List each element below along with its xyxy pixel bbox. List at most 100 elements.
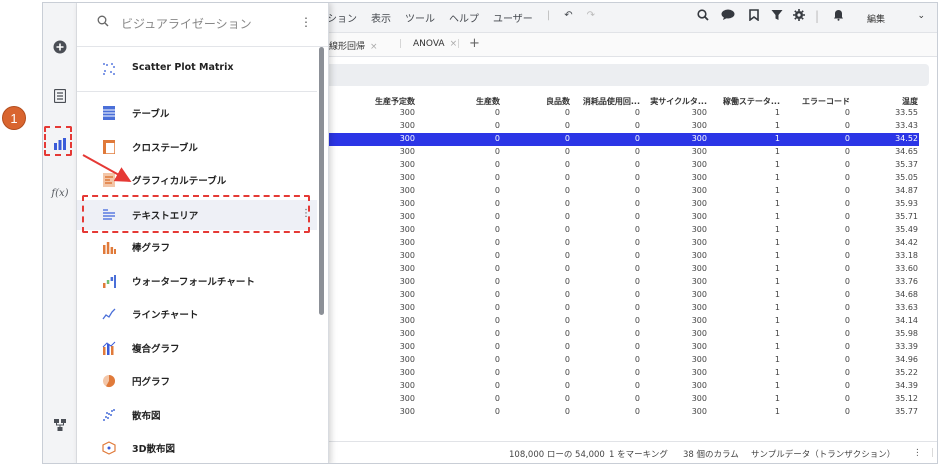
table-cell: 0 xyxy=(494,212,500,221)
menu-item-view[interactable]: 表示 xyxy=(371,10,391,25)
column-header[interactable]: 消耗品使用回... xyxy=(583,96,640,107)
table-row[interactable]: 300 0 0 0 300 1 0 35.49 xyxy=(313,224,919,237)
table-row[interactable]: 300 0 0 0 300 1 0 33.55 xyxy=(313,107,919,120)
settings-icon[interactable] xyxy=(793,9,805,24)
notification-icon[interactable] xyxy=(833,9,844,24)
menu-item-tools[interactable]: ツール xyxy=(405,10,435,25)
comment-icon[interactable] xyxy=(721,9,735,24)
close-icon[interactable]: × xyxy=(370,42,378,52)
mode-select-value: 編集 xyxy=(867,15,886,25)
data-source[interactable]: サンプルデータ（トランザクション） xyxy=(751,448,895,460)
visualization-item-table[interactable]: テーブル xyxy=(77,98,317,128)
table-cell: 300 xyxy=(399,212,415,221)
column-header[interactable]: 生産予定数 xyxy=(375,96,415,107)
visualization-item-scatter-3d[interactable]: 3D散布図 xyxy=(77,433,317,463)
tab-linear-regression[interactable]: 線形回帰 × xyxy=(329,39,378,52)
tab-anova[interactable]: ANOVA × xyxy=(413,39,457,49)
table-row[interactable]: 300 0 0 0 300 1 0 35.98 xyxy=(313,328,919,341)
menu-item-collaboration[interactable]: ション xyxy=(327,10,357,25)
table-row[interactable]: 300 0 0 0 300 1 0 34.52 xyxy=(313,133,919,146)
table-row[interactable]: 300 0 0 0 300 1 0 33.63 xyxy=(313,302,919,315)
menu-divider: | xyxy=(546,10,551,21)
menu-item-help[interactable]: ヘルプ xyxy=(449,10,479,25)
more-icon[interactable]: ⋮ xyxy=(913,448,922,458)
add-tab-icon[interactable]: + xyxy=(469,36,480,51)
table-row[interactable]: 300 0 0 0 300 1 0 34.42 xyxy=(313,237,919,250)
table-cell: 300 xyxy=(691,251,707,260)
table-cell: 0 xyxy=(564,329,570,338)
table-cell: 0 xyxy=(634,368,640,377)
table-row[interactable]: 300 0 0 0 300 1 0 33.43 xyxy=(313,120,919,133)
visualization-search-input[interactable] xyxy=(121,13,301,35)
function-icon[interactable]: f(x) xyxy=(50,183,70,203)
visualization-item-line-chart[interactable]: ラインチャート xyxy=(77,299,317,329)
table-cell: 1 xyxy=(774,212,780,221)
visualization-item-label: 散布図 xyxy=(132,411,161,422)
table-cell: 33.43 xyxy=(895,121,918,130)
visualization-item-scatter[interactable]: 散布図 xyxy=(77,400,317,430)
bookmark-icon[interactable] xyxy=(749,9,759,24)
table-row[interactable]: 300 0 0 0 300 1 0 35.22 xyxy=(313,367,919,380)
table-row[interactable]: 300 0 0 0 300 1 0 34.68 xyxy=(313,289,919,302)
table-cell: 300 xyxy=(691,147,707,156)
table-row[interactable]: 300 0 0 0 300 1 0 34.65 xyxy=(313,146,919,159)
table-cell: 0 xyxy=(844,381,850,390)
line-chart-icon xyxy=(101,306,117,322)
table-cell: 0 xyxy=(494,381,500,390)
data-panel-icon[interactable] xyxy=(50,86,70,106)
table-row[interactable]: 300 0 0 0 300 1 0 34.39 xyxy=(313,380,919,393)
table-row[interactable]: 300 0 0 0 300 1 0 34.96 xyxy=(313,354,919,367)
table-cell: 300 xyxy=(691,394,707,403)
table-row[interactable]: 300 0 0 0 300 1 0 33.60 xyxy=(313,263,919,276)
table-row[interactable]: 300 0 0 0 300 1 0 33.76 xyxy=(313,276,919,289)
column-header[interactable]: 温度 xyxy=(902,96,918,107)
undo-icon[interactable]: ↶ xyxy=(564,10,572,25)
data-table[interactable]: 生産予定数 生産数 良品数 消耗品使用回... 実サイクルタ... 稼働ステータ... エラ… xyxy=(313,95,919,419)
table-cell: 0 xyxy=(634,277,640,286)
tab-divider: | xyxy=(399,39,403,49)
marking-count[interactable]: 1 をマーキング xyxy=(609,448,668,460)
visualization-item-combo-chart[interactable]: 複合グラフ xyxy=(77,333,317,363)
table-cell: 0 xyxy=(494,342,500,351)
menu-item-user[interactable]: ユーザー xyxy=(493,10,533,25)
visualization-item-bar-chart[interactable]: 棒グラフ xyxy=(77,232,317,262)
panel-scrollbar[interactable] xyxy=(319,47,324,315)
column-header[interactable]: 生産数 xyxy=(476,96,500,107)
filter-icon[interactable] xyxy=(771,9,783,24)
visualization-item-scatter-matrix[interactable]: Scatter Plot Matrix xyxy=(77,54,317,84)
table-row[interactable]: 300 0 0 0 300 1 0 35.05 xyxy=(313,172,919,185)
table-cell: 300 xyxy=(399,316,415,325)
table-row[interactable]: 300 0 0 0 300 1 0 35.77 xyxy=(313,406,919,419)
mode-select[interactable]: 編集 ⌄ xyxy=(859,8,929,28)
table-row[interactable]: 300 0 0 0 300 1 0 35.12 xyxy=(313,393,919,406)
flow-icon[interactable] xyxy=(50,415,70,435)
table-cell: 0 xyxy=(634,342,640,351)
column-header[interactable]: 稼働ステータ... xyxy=(723,96,780,107)
table-cell: 1 xyxy=(774,277,780,286)
redo-icon[interactable]: ↷ xyxy=(587,10,595,25)
table-cell: 300 xyxy=(691,134,707,143)
table-row[interactable]: 300 0 0 0 300 1 0 34.87 xyxy=(313,185,919,198)
table-row[interactable]: 300 0 0 0 300 1 0 35.93 xyxy=(313,198,919,211)
table-cell: 300 xyxy=(399,407,415,416)
add-icon[interactable] xyxy=(50,37,70,57)
table-cell: 33.63 xyxy=(895,303,918,312)
close-icon[interactable]: × xyxy=(450,39,458,49)
table-row[interactable]: 300 0 0 0 300 1 0 35.37 xyxy=(313,159,919,172)
search-icon[interactable] xyxy=(697,9,709,24)
table-cell: 0 xyxy=(564,212,570,221)
column-header[interactable]: 良品数 xyxy=(546,96,570,107)
visualization-item-label: クロステーブル xyxy=(132,143,198,154)
column-header[interactable]: 実サイクルタ... xyxy=(650,96,707,107)
visualization-item-waterfall-chart[interactable]: ウォーターフォールチャート xyxy=(77,266,317,296)
table-row[interactable]: 300 0 0 0 300 1 0 35.71 xyxy=(313,211,919,224)
table-row[interactable]: 300 0 0 0 300 1 0 34.14 xyxy=(313,315,919,328)
more-options-icon[interactable]: ⋮ xyxy=(300,15,312,29)
column-header[interactable]: エラーコード xyxy=(802,96,850,107)
table-cell: 1 xyxy=(774,134,780,143)
visualization-item-pie-chart[interactable]: 円グラフ xyxy=(77,366,317,396)
table-row[interactable]: 300 0 0 0 300 1 0 33.18 xyxy=(313,250,919,263)
table-cell: 1 xyxy=(774,251,780,260)
table-row[interactable]: 300 0 0 0 300 1 0 33.39 xyxy=(313,341,919,354)
waterfall-chart-icon xyxy=(101,273,117,289)
